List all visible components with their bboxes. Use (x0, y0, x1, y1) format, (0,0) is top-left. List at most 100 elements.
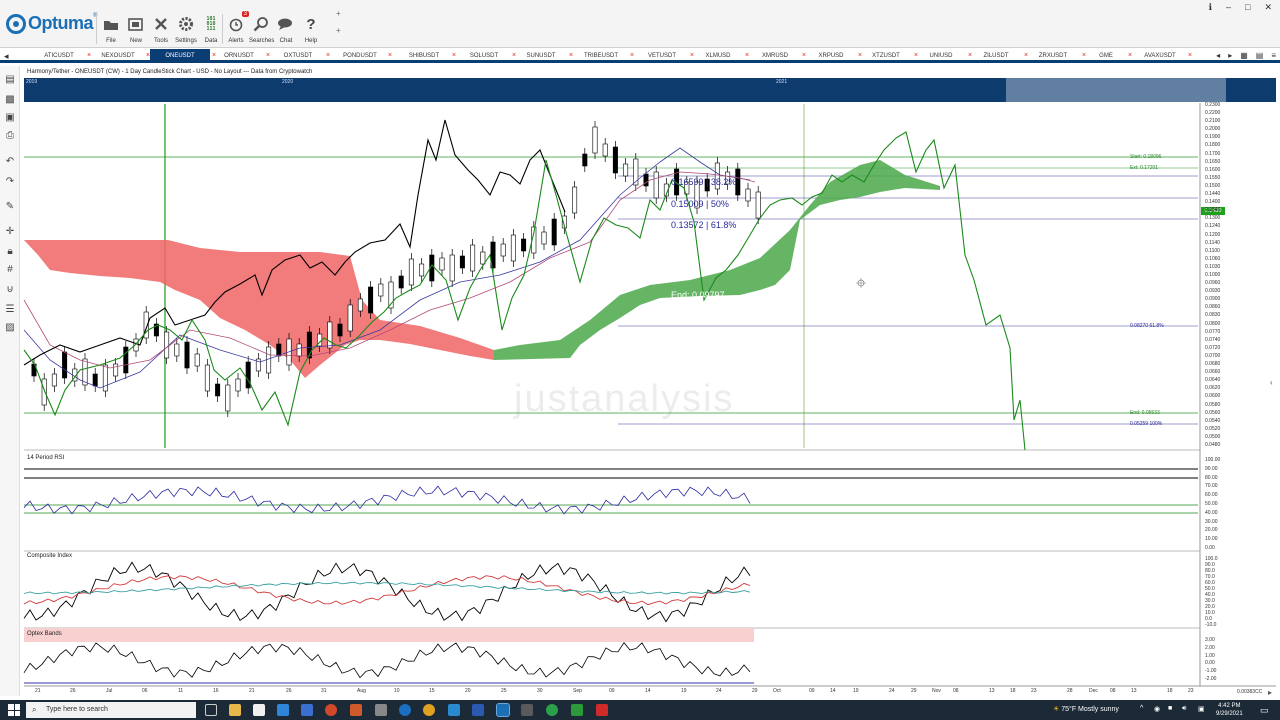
candle-body (459, 255, 465, 269)
time-axis-tick: 18 (1010, 688, 1016, 694)
price-axis-tick: 0.1200 (1205, 231, 1221, 238)
time-axis-tick: 25 (501, 688, 507, 694)
chrome-icon[interactable] (423, 704, 435, 716)
store-icon[interactable] (253, 704, 265, 716)
candle-body (123, 346, 129, 374)
price-axis-tick: 0.0800 (1205, 320, 1221, 327)
candle-body (245, 361, 251, 389)
optex-axis-tick: 3.00 (1205, 637, 1215, 643)
time-axis-tick: 10 (394, 688, 400, 694)
price-axis-tick: 0.0900 (1205, 296, 1221, 303)
app-icon[interactable] (521, 704, 533, 716)
collapse-panel-icon[interactable]: ‹ (1270, 378, 1273, 387)
app-icon[interactable] (571, 704, 583, 716)
price-axis-tick: 0.0640 (1205, 377, 1221, 384)
weather-widget[interactable]: ☀ 75°F Mostly sunny (1053, 700, 1119, 720)
file-explorer-icon[interactable] (229, 704, 241, 716)
candle-body (612, 146, 618, 174)
candle-body (164, 331, 170, 359)
task-view-icon[interactable] (205, 704, 217, 716)
taskbar-search-input[interactable]: ⌕ Type here to search (26, 702, 196, 718)
rsi-line (23, 485, 751, 515)
time-axis-tick: Sep (573, 688, 582, 694)
rsi-axis-tick: 30.00 (1205, 518, 1218, 525)
candle-body (449, 254, 455, 282)
candle-body (327, 321, 333, 349)
candle-body (174, 343, 180, 357)
browser-icon[interactable] (325, 704, 337, 716)
price-axis-tick: 0.0830 (1205, 312, 1221, 319)
rsi-axis-tick: 10.00 (1205, 536, 1218, 543)
scroll-right-icon[interactable]: ▸ (1268, 688, 1272, 697)
candle-body (235, 378, 241, 392)
candle-body (470, 244, 476, 272)
time-axis-tick: 19 (853, 688, 859, 694)
network-icon[interactable]: ◉ (1154, 705, 1160, 713)
composite-slow-ma (23, 581, 751, 595)
clock[interactable]: 4:42 PM 9/29/2021 (1216, 702, 1243, 718)
candle-body (419, 263, 425, 277)
rsi-axis-tick: 100.00 (1205, 457, 1221, 463)
optuma-taskbar-icon[interactable] (496, 703, 510, 717)
candle-body (62, 351, 68, 379)
brave-icon[interactable] (350, 704, 362, 716)
tray-app-icon[interactable]: ▣ (1198, 705, 1205, 713)
time-axis-tick: 29 (752, 688, 758, 694)
end-label: End: 0.09797 (671, 290, 725, 300)
chart-canvas[interactable] (0, 0, 1280, 700)
time-axis-tick: 23 (1031, 688, 1037, 694)
price-axis-tick: 0.0540 (1205, 417, 1221, 424)
tray-chevron-icon[interactable]: ^ (1140, 705, 1143, 712)
volume-icon[interactable]: 🔊︎ (1182, 705, 1186, 713)
candle-body (102, 364, 108, 392)
time-axis-tick: 21 (35, 688, 41, 694)
telegram-icon[interactable] (448, 704, 460, 716)
time-axis-tick: 13 (989, 688, 995, 694)
candle-body (225, 384, 231, 412)
price-axis-tick: 0.0620 (1205, 385, 1221, 392)
mail-icon[interactable] (277, 704, 289, 716)
rsi-axis-tick: 40.00 (1205, 509, 1218, 516)
candle-body (113, 363, 119, 377)
word-icon[interactable] (472, 704, 484, 716)
tray-app-icon[interactable]: ■ (1168, 705, 1172, 712)
price-axis-tick: 0.1340 (1205, 207, 1221, 214)
candle-body (398, 275, 404, 289)
candle-body (357, 298, 363, 312)
media-icon[interactable] (375, 704, 387, 716)
candle-body (745, 188, 751, 202)
price-axis-tick: 0.1140 (1205, 239, 1220, 246)
price-axis-tick: 0.1600 (1205, 166, 1221, 173)
price-axis-tick: 0.0860 (1205, 304, 1221, 311)
time-axis-tick: 30 (537, 688, 543, 694)
price-axis-tick: 0.1550 (1205, 174, 1221, 181)
app-icon[interactable] (301, 704, 313, 716)
time-axis-tick: 09 (809, 688, 815, 694)
candle-body (500, 243, 506, 257)
time-axis-tick: 21 (249, 688, 255, 694)
price-axis-tick: 0.1700 (1205, 150, 1221, 157)
windows-start-icon[interactable] (8, 704, 20, 716)
price-axis-tick: 0.1100 (1205, 247, 1220, 254)
time-axis-tick: 18 (1167, 688, 1173, 694)
price-axis-tick: 0.0740 (1205, 336, 1221, 343)
candle-body (551, 218, 557, 246)
time-axis-tick: 24 (889, 688, 895, 694)
price-axis-tick: 0.0580 (1205, 401, 1221, 408)
time-axis-tick: 26 (70, 688, 76, 694)
notification-icon[interactable]: ▭ (1260, 705, 1269, 716)
price-axis-tick: 0.0680 (1205, 361, 1221, 368)
app-icon[interactable] (596, 704, 608, 716)
composite-axis-tick: -10.0 (1205, 622, 1217, 628)
candle-body (408, 258, 414, 286)
optex-axis-tick: -2.00 (1205, 676, 1217, 682)
fib-label-38: 0.16599 | 38.2% (671, 177, 737, 187)
time-axis-tick: Nov (932, 688, 941, 694)
candle-body (521, 238, 527, 252)
app-icon[interactable] (546, 704, 558, 716)
edge-icon[interactable] (399, 704, 411, 716)
price-axis-tick: 0.1650 (1205, 158, 1221, 165)
price-axis-tick: 0.0700 (1205, 352, 1221, 359)
candle-body (755, 191, 761, 219)
candle-body (541, 231, 547, 245)
